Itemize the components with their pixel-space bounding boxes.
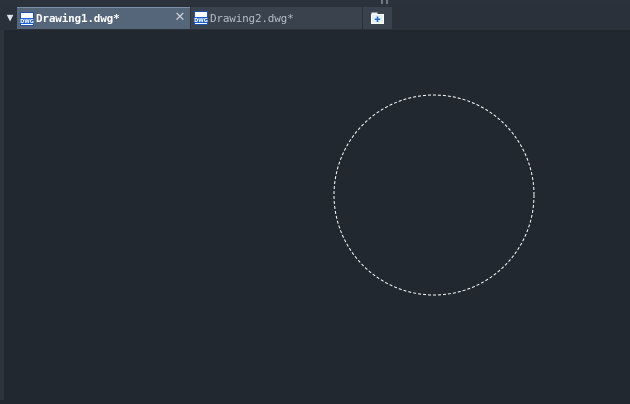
drawing-canvas[interactable] [4,30,630,400]
grip-mark [386,0,388,4]
dwg-file-icon: DWG [194,11,208,25]
close-icon[interactable]: ✕ [173,10,187,26]
new-tab-icon [371,12,384,24]
tab-label: Drawing2.dwg* [210,11,294,25]
document-tab-bar: ▼ DWG Drawing1.dwg* ✕ DWG Drawing2.dwg* [0,6,630,30]
dwg-file-icon: DWG [20,11,34,26]
tab-drawing2[interactable]: DWG Drawing2.dwg* [191,7,362,29]
selected-circle[interactable] [333,94,535,296]
new-tab-button[interactable] [363,7,392,29]
svg-text:DWG: DWG [20,19,34,25]
canvas-svg [333,94,535,296]
triangle-down-icon: ▼ [6,11,14,24]
tab-label: Drawing1.dwg* [36,12,120,25]
tab-drawing1[interactable]: DWG Drawing1.dwg* ✕ [17,7,190,29]
svg-text:DWG: DWG [194,18,208,24]
grip-mark [381,0,383,4]
tab-menu-dropdown[interactable]: ▼ [4,6,16,30]
